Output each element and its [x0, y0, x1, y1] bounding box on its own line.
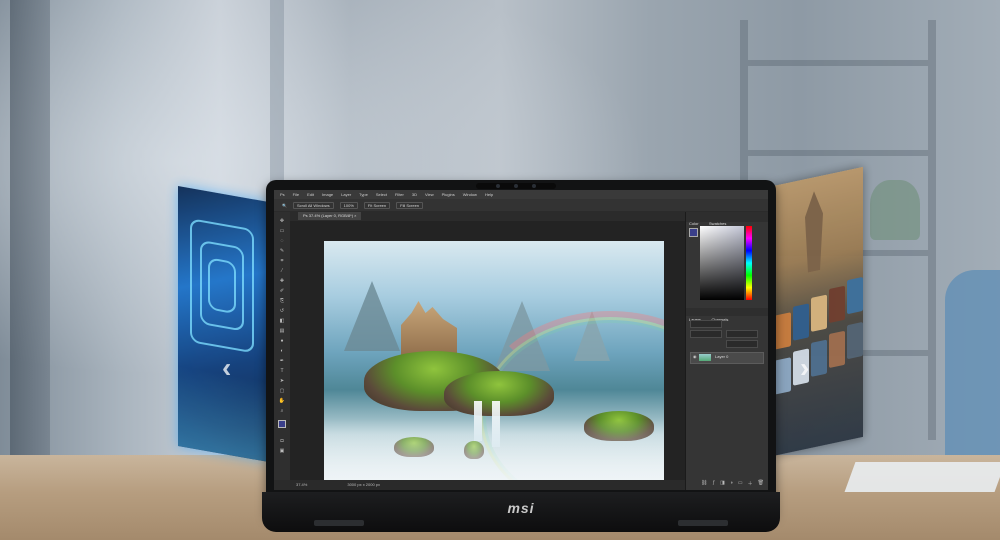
menu-item[interactable]: Select: [376, 192, 387, 197]
fill-field[interactable]: [726, 340, 758, 348]
right-panels: Color Swatches Layers Channels ◉ Layer: [685, 212, 768, 490]
eyedropper-tool-icon[interactable]: ⁄: [278, 268, 286, 274]
opacity-field[interactable]: [726, 330, 758, 338]
dodge-tool-icon[interactable]: ◐: [278, 348, 286, 354]
blend-mode-select[interactable]: [690, 330, 722, 338]
foreground-color-swatch[interactable]: [278, 420, 286, 428]
layers-panel-footer: ⛓ ƒ ◨ ◑ ▭ ＋ 🗑: [686, 480, 768, 488]
document-tab[interactable]: Ps 37.4% (Layer 0, RGB/8*) ×: [298, 212, 362, 220]
marquee-tool-icon[interactable]: ▭: [278, 228, 286, 234]
menu-item[interactable]: Filter: [395, 192, 404, 197]
tools-panel: ✥ ▭ ◌ ✎ ⌗ ⁄ ✚ ✐ ⎘ ↺ ◧ ▤ ● ◐ ✒ T ➤ ▢ ✋ ⌕: [274, 212, 290, 480]
blur-tool-icon[interactable]: ●: [278, 338, 286, 344]
hinge-left: [314, 520, 364, 526]
window-frame: [10, 0, 50, 455]
brush-tool-icon[interactable]: ✐: [278, 288, 286, 294]
layer-kind-filter[interactable]: [690, 320, 722, 328]
laptop: Ps File Edit Image Layer Type Select Fil…: [266, 180, 776, 515]
menu-item[interactable]: Edit: [307, 192, 314, 197]
crop-tool-icon[interactable]: ⌗: [278, 258, 286, 264]
mask-icon[interactable]: ◨: [720, 480, 725, 488]
scroll-all-windows-checkbox[interactable]: Scroll All Windows: [292, 201, 334, 209]
floating-panel-left: [178, 186, 266, 462]
hue-slider[interactable]: [746, 226, 752, 300]
photoshop-window: Ps File Edit Image Layer Type Select Fil…: [274, 190, 768, 490]
trash-icon[interactable]: 🗑: [758, 480, 764, 488]
adjustment-icon[interactable]: ◑: [730, 480, 733, 488]
foreground-swatch[interactable]: [689, 228, 698, 237]
menu-item[interactable]: Layer: [341, 192, 351, 197]
move-tool-icon[interactable]: ✥: [278, 218, 286, 224]
chevron-right-icon[interactable]: ›: [800, 352, 809, 384]
color-picker-field[interactable]: [700, 226, 744, 300]
layers-panel-header: Layers Channels: [686, 308, 768, 322]
hand-tool-icon[interactable]: ✋: [278, 398, 286, 404]
mist: [324, 419, 664, 489]
menu-item[interactable]: Ps: [280, 192, 285, 197]
zoom-status[interactable]: 37.4%: [296, 480, 307, 490]
layer-name: Layer 0: [715, 354, 729, 359]
menu-item[interactable]: Type: [359, 192, 368, 197]
paper-stack: [844, 462, 1000, 492]
menu-item[interactable]: Window: [463, 192, 477, 197]
canvas-area[interactable]: [290, 221, 686, 489]
menu-item[interactable]: View: [425, 192, 434, 197]
history-brush-icon[interactable]: ↺: [278, 308, 286, 314]
fill-screen-button[interactable]: Fill Screen: [396, 201, 424, 209]
type-tool-icon[interactable]: T: [278, 368, 286, 374]
floating-panel-right: [773, 166, 863, 456]
eraser-tool-icon[interactable]: ◧: [278, 318, 286, 324]
eye-icon[interactable]: ◉: [693, 354, 697, 359]
plant: [870, 180, 920, 240]
zoom-tool-icon[interactable]: ⌕: [278, 408, 286, 414]
quick-select-tool-icon[interactable]: ✎: [278, 248, 286, 254]
brand-logo: msi: [507, 500, 535, 516]
menu-item[interactable]: Plugins: [442, 192, 455, 197]
menu-item[interactable]: File: [293, 192, 299, 197]
zoom-tool-icon[interactable]: 🔍: [282, 203, 287, 208]
menu-item[interactable]: Help: [485, 192, 493, 197]
lasso-tool-icon[interactable]: ◌: [278, 238, 286, 244]
healing-tool-icon[interactable]: ✚: [278, 278, 286, 284]
menu-bar: Ps File Edit Image Layer Type Select Fil…: [274, 190, 768, 199]
shape-tool-icon[interactable]: ▢: [278, 388, 286, 394]
pen-tool-icon[interactable]: ✒: [278, 358, 286, 364]
hinge-right: [678, 520, 728, 526]
screen-mode-icon[interactable]: ▣: [278, 448, 286, 454]
background-scene: ‹ › Ps File Edit Image Layer Type Select…: [0, 0, 1000, 540]
quick-mask-icon[interactable]: ◘: [278, 438, 286, 444]
fit-screen-button[interactable]: Fit Screen: [363, 201, 391, 209]
chair: [945, 270, 1000, 470]
fx-icon[interactable]: ƒ: [712, 480, 715, 488]
webcam: [476, 183, 556, 189]
new-layer-icon[interactable]: ＋: [748, 480, 753, 488]
status-bar: 37.4% 3000 px x 2000 px: [290, 480, 686, 490]
laptop-base: msi: [262, 492, 780, 532]
menu-item[interactable]: Image: [322, 192, 333, 197]
clone-tool-icon[interactable]: ⎘: [278, 298, 286, 304]
doc-size-status: 3000 px x 2000 px: [347, 482, 381, 487]
layer-thumbnail: [699, 354, 711, 361]
options-bar: 🔍 Scroll All Windows 100% Fit Screen Fil…: [274, 199, 768, 211]
zoom-value[interactable]: 100%: [339, 201, 358, 209]
gradient-tool-icon[interactable]: ▤: [278, 328, 286, 334]
menu-item[interactable]: 3D: [412, 192, 417, 197]
layer-row[interactable]: ◉ Layer 0: [690, 352, 764, 364]
fantasy-artwork: [324, 241, 664, 489]
chevron-left-icon[interactable]: ‹: [222, 352, 231, 384]
link-icon[interactable]: ⛓: [701, 480, 707, 488]
folder-icon[interactable]: ▭: [738, 480, 743, 488]
path-select-tool-icon[interactable]: ➤: [278, 378, 286, 384]
